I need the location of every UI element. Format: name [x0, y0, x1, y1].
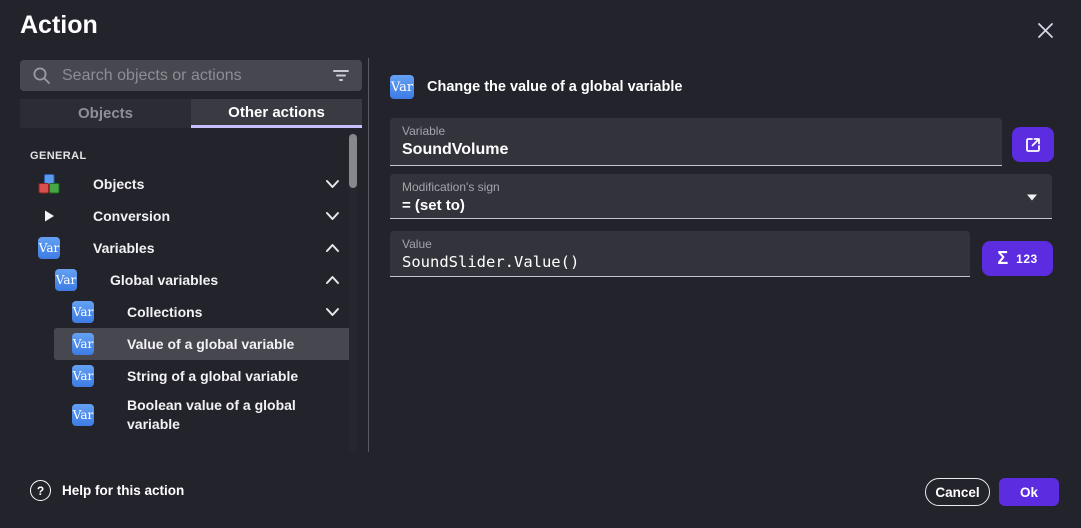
var-icon: Var: [390, 75, 414, 99]
tree-section-general: GENERAL: [20, 140, 355, 168]
search-input[interactable]: [62, 67, 332, 85]
chevron-down-icon[interactable]: [325, 179, 340, 189]
help-question-icon: ?: [30, 480, 51, 501]
search-icon: [32, 66, 51, 85]
cancel-button[interactable]: Cancel: [925, 478, 990, 506]
variable-field-label: Variable: [402, 124, 990, 138]
objects-cubes-icon: [37, 172, 61, 196]
sidebar-item-variables[interactable]: Var Variables: [20, 232, 355, 264]
sign-field-label: Modification's sign: [402, 180, 1040, 194]
help-label: Help for this action: [62, 483, 184, 498]
sidebar-item-label: Conversion: [93, 207, 170, 226]
panel-divider: [368, 58, 369, 452]
sidebar-scrollbar: [349, 132, 357, 452]
sidebar-item-global-variables[interactable]: Var Global variables: [37, 264, 355, 296]
sign-field-value: = (set to): [402, 197, 1040, 214]
expression-builder-button[interactable]: Σ 123: [982, 241, 1053, 276]
open-variable-editor-button[interactable]: [1012, 127, 1054, 162]
action-header: Var Change the value of a global variabl…: [390, 75, 682, 99]
var-icon: Var: [71, 404, 95, 426]
value-field[interactable]: Value SoundSlider.Value(): [390, 231, 970, 277]
search-bar[interactable]: [20, 60, 362, 91]
variable-field[interactable]: Variable SoundVolume: [390, 118, 1002, 166]
sidebar-item-label: String of a global variable: [127, 367, 298, 386]
sidebar-item-string-of-global-variable[interactable]: Var String of a global variable: [54, 360, 355, 392]
chevron-down-icon[interactable]: [325, 211, 340, 221]
close-icon[interactable]: [1033, 18, 1057, 42]
chevron-down-icon[interactable]: [325, 307, 340, 317]
sidebar-item-label: Value of a global variable: [127, 335, 294, 354]
modification-sign-select[interactable]: Modification's sign = (set to): [390, 174, 1052, 219]
tab-bar: Objects Other actions: [20, 99, 362, 128]
var-icon: Var: [37, 237, 61, 259]
expression-123-label: 123: [1016, 252, 1038, 266]
sidebar-item-label: Objects: [93, 175, 144, 194]
sidebar-item-label: Variables: [93, 239, 155, 258]
action-dialog: Action Objects Other actions GENERAL: [0, 0, 1081, 528]
filter-icon[interactable]: [332, 69, 350, 82]
sidebar-item-objects[interactable]: Objects: [20, 168, 355, 200]
help-for-action-link[interactable]: ? Help for this action: [30, 480, 184, 501]
action-title: Change the value of a global variable: [427, 79, 682, 95]
scrollbar-thumb[interactable]: [349, 134, 357, 188]
sigma-icon: Σ: [997, 248, 1008, 269]
sidebar-item-collections[interactable]: Var Collections: [54, 296, 355, 328]
caret-down-icon: [1026, 194, 1038, 201]
actions-tree: GENERAL Objects Conversion: [20, 140, 355, 438]
tab-other-actions[interactable]: Other actions: [191, 99, 362, 128]
sidebar-item-label: Global variables: [110, 271, 218, 290]
value-field-label: Value: [402, 237, 958, 251]
chevron-up-icon[interactable]: [325, 243, 340, 253]
ok-button[interactable]: Ok: [999, 478, 1059, 506]
sidebar-item-label: Boolean value of a global variable: [127, 396, 307, 434]
var-icon: Var: [71, 365, 95, 387]
sidebar-item-label: Collections: [127, 303, 202, 322]
sidebar-item-value-of-global-variable[interactable]: Var Value of a global variable: [54, 328, 355, 360]
open-in-new-icon: [1023, 135, 1043, 155]
tab-objects[interactable]: Objects: [20, 99, 191, 128]
variable-field-value[interactable]: SoundVolume: [402, 141, 990, 159]
value-field-value[interactable]: SoundSlider.Value(): [402, 253, 958, 271]
sidebar-item-conversion[interactable]: Conversion: [20, 200, 355, 232]
var-icon: Var: [54, 269, 78, 291]
sidebar-item-boolean-of-global-variable[interactable]: Var Boolean value of a global variable: [54, 392, 355, 438]
conversion-triangle-icon: [37, 208, 61, 224]
var-icon: Var: [71, 333, 95, 355]
page-title: Action: [20, 11, 98, 40]
chevron-up-icon[interactable]: [325, 275, 340, 285]
var-icon: Var: [71, 301, 95, 323]
